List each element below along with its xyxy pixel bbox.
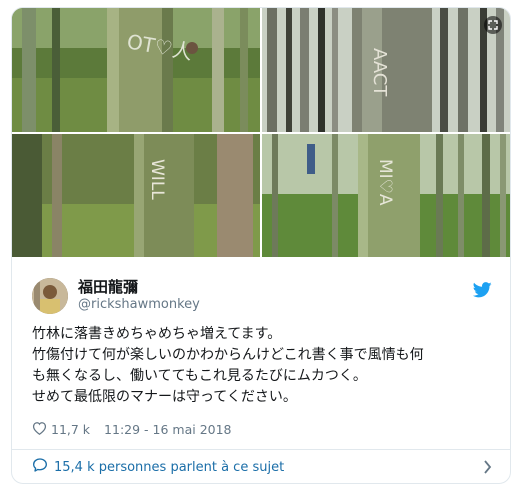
tweet-text-line: 竹林に落書きめちゃめちゃ増えてます。 — [32, 326, 282, 342]
carved-text-2: AACT — [369, 48, 390, 97]
tweet-card[interactable]: OT♡人 AACT WILL MI♡A 福田龍彌 @rickshawmonkey… — [11, 7, 511, 484]
photo-grid: OT♡人 AACT WILL MI♡A — [12, 8, 510, 257]
photo-2[interactable]: AACT — [262, 8, 510, 132]
carved-text-3: WILL — [147, 159, 167, 200]
conversation-label[interactable]: 15,4 k personnes parlent à ce sujet — [54, 460, 284, 475]
chevron-right-icon[interactable] — [483, 460, 492, 478]
expand-icon[interactable] — [484, 16, 502, 34]
display-name[interactable]: 福田龍彌 — [78, 276, 138, 297]
chat-bubble-icon — [32, 457, 48, 477]
photo-1[interactable]: OT♡人 — [12, 8, 260, 132]
carved-text-4: MI♡A — [375, 159, 395, 206]
photo-4[interactable]: MI♡A — [262, 134, 510, 257]
timestamp[interactable]: 11:29 - 16 mai 2018 — [104, 422, 231, 437]
twitter-bird-icon[interactable] — [472, 282, 492, 302]
avatar[interactable] — [32, 278, 68, 314]
divider — [12, 449, 510, 450]
tweet-body: 福田龍彌 @rickshawmonkey 竹林に落書きめちゃめちゃ増えてます。 … — [12, 258, 510, 483]
tweet-meta: 11,7 k 11:29 - 16 mai 2018 — [32, 421, 232, 438]
tweet-text-line: 竹傷付けて何が楽しいのかわからんけどこれ書く事で風情も何 — [32, 347, 424, 363]
photo-3[interactable]: WILL — [12, 134, 260, 257]
conversation-link[interactable]: 15,4 k personnes parlent à ce sujet — [32, 457, 492, 477]
heart-icon[interactable] — [32, 421, 47, 438]
tweet-text-line: も無くなるし、働いててもこれ見るたびにムカつく。 — [32, 368, 367, 384]
user-handle[interactable]: @rickshawmonkey — [78, 297, 200, 312]
tweet-text: 竹林に落書きめちゃめちゃ増えてます。 竹傷付けて何が楽しいのかわからんけどこれ書… — [32, 324, 494, 408]
like-count[interactable]: 11,7 k — [51, 422, 90, 437]
tweet-text-line: せめて最低限のマナーは守ってください。 — [32, 389, 297, 405]
